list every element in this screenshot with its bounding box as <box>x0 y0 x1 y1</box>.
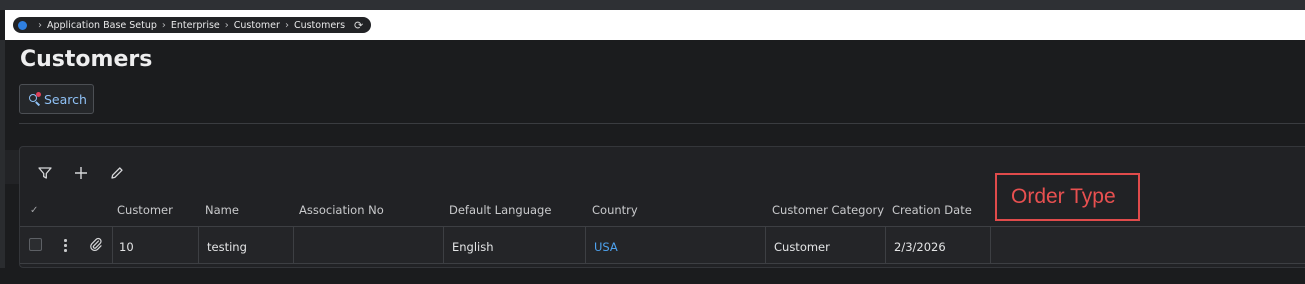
page-title: Customers <box>20 47 153 72</box>
column-header-association-no[interactable]: Association No <box>299 203 384 217</box>
chevron-right-icon: › <box>284 19 289 31</box>
plus-icon[interactable] <box>72 164 90 182</box>
cell-customer-category: Customer <box>774 240 830 254</box>
cell-divider <box>765 227 766 263</box>
row-divider <box>20 263 1305 264</box>
chevron-right-icon: › <box>224 19 229 31</box>
breadcrumb-item[interactable]: Customer <box>234 20 280 31</box>
cell-country-link[interactable]: USA <box>594 240 618 254</box>
left-shadow <box>5 150 19 184</box>
chevron-right-icon: › <box>38 19 42 31</box>
search-icon <box>28 92 41 106</box>
pencil-icon[interactable] <box>108 164 126 182</box>
chevron-right-icon: › <box>161 19 166 31</box>
cell-divider <box>990 227 991 263</box>
row-checkbox[interactable] <box>29 238 42 251</box>
kebab-icon[interactable] <box>60 239 70 252</box>
column-header-creation-date[interactable]: Creation Date <box>892 203 972 217</box>
cell-divider <box>585 227 586 263</box>
cell-divider <box>198 227 199 263</box>
cell-divider <box>293 227 294 263</box>
home-icon[interactable] <box>18 20 27 30</box>
breadcrumb: › Application Base Setup › Enterprise › … <box>13 17 372 33</box>
cell-divider <box>885 227 886 263</box>
breadcrumb-item-current: Customers <box>293 19 346 31</box>
search-button[interactable]: Search <box>19 84 94 114</box>
refresh-icon[interactable]: ⟳ <box>354 19 363 32</box>
column-header-default-language[interactable]: Default Language <box>449 203 551 217</box>
column-header-name[interactable]: Name <box>205 203 239 217</box>
column-header-customer-category[interactable]: Customer Category <box>772 203 884 217</box>
cell-default-language: English <box>452 240 494 254</box>
breadcrumb-item[interactable]: Enterprise <box>171 20 220 31</box>
paperclip-icon[interactable] <box>89 237 103 252</box>
bottom-area <box>0 268 1305 284</box>
column-header-country[interactable]: Country <box>592 203 638 217</box>
breadcrumb-item[interactable]: Application Base Setup <box>47 20 157 31</box>
select-all-check-icon[interactable]: ✓ <box>30 205 38 216</box>
cell-customer: 10 <box>119 240 134 254</box>
column-header-customer[interactable]: Customer <box>117 203 173 217</box>
cell-divider <box>112 227 113 263</box>
cell-name: testing <box>207 240 247 254</box>
search-button-label: Search <box>44 91 87 107</box>
cell-creation-date: 2/3/2026 <box>894 240 946 254</box>
divider <box>19 123 1305 124</box>
top-strip <box>0 0 1305 10</box>
cell-divider <box>443 227 444 263</box>
order-type-annotation: Order Type <box>995 173 1140 221</box>
filter-icon[interactable] <box>36 164 54 182</box>
